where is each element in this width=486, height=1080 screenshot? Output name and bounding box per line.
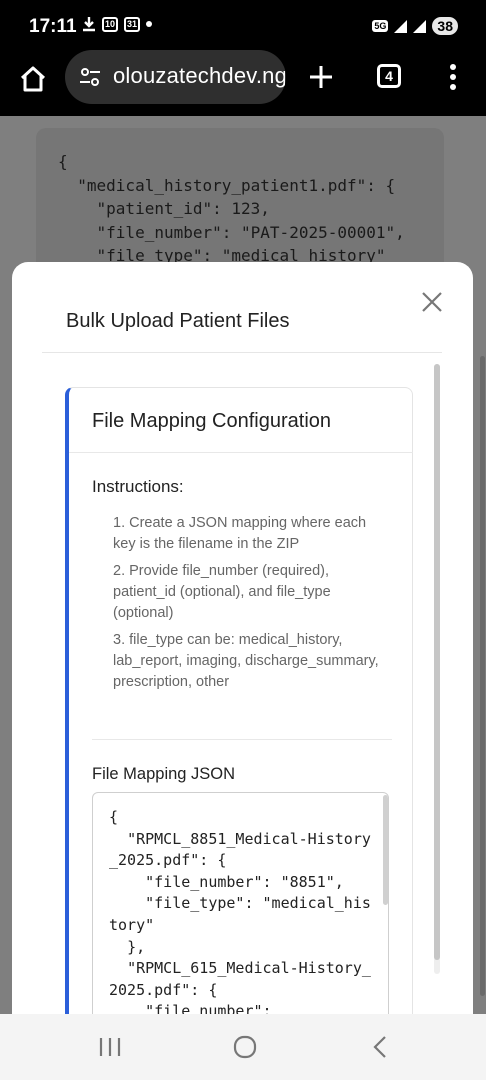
instruction-item: 1. Create a JSON mapping where each key … — [113, 515, 367, 552]
instructions-list: 1. Create a JSON mapping where each key … — [113, 513, 383, 699]
status-right: 5G 38 — [372, 17, 458, 35]
json-field-label: File Mapping JSON — [92, 765, 236, 783]
status-time: 17:11 — [29, 16, 77, 37]
page-scrollbar[interactable] — [480, 356, 485, 996]
instruction-item: 3. file_type can be: medical_history, la… — [113, 632, 379, 690]
page-overlay: { "medical_history_patient1.pdf": { "pat… — [0, 116, 486, 1014]
json-mapping-textarea[interactable]: { "RPMCL_8851_Medical-History_2025.pdf":… — [92, 792, 389, 1014]
bulk-upload-modal: Bulk Upload Patient Files File Mapping C… — [12, 262, 473, 1014]
dot-icon — [146, 21, 153, 27]
json-mapping-text[interactable]: { "RPMCL_8851_Medical-History_2025.pdf":… — [109, 807, 371, 1014]
status-bar: 17:11 10 31 5G 38 — [0, 0, 486, 54]
close-icon[interactable] — [421, 291, 443, 313]
more-menu-icon[interactable] — [446, 62, 460, 92]
recent-apps-icon[interactable] — [97, 1034, 123, 1060]
modal-scrollbar[interactable] — [434, 364, 440, 974]
instruction-item: 2. Provide file_number (required), patie… — [113, 563, 331, 621]
address-bar[interactable]: olouzatechdev.ng — [65, 50, 286, 104]
browser-toolbar: olouzatechdev.ng 4 — [0, 50, 486, 116]
notification-icons: 10 31 — [82, 16, 153, 32]
modal-title: Bulk Upload Patient Files — [66, 310, 290, 332]
back-icon[interactable] — [368, 1034, 394, 1060]
network-type-icon: 5G — [372, 20, 389, 32]
card-title: File Mapping Configuration — [92, 410, 332, 432]
new-tab-icon[interactable] — [306, 62, 336, 92]
download-icon — [83, 17, 95, 32]
url-text: olouzatechdev.ng — [113, 63, 285, 88]
tab-switcher-button[interactable]: 4 — [377, 64, 401, 88]
home-nav-icon[interactable] — [232, 1034, 258, 1060]
file-mapping-card: File Mapping Configuration Instructions:… — [65, 387, 413, 1014]
calendar-icon: 10 — [102, 16, 119, 32]
modal-divider — [42, 352, 442, 353]
card-header: File Mapping Configuration — [69, 388, 413, 453]
home-icon[interactable] — [18, 64, 48, 94]
signal-icon — [394, 19, 408, 33]
signal-icon — [413, 19, 427, 33]
calendar-icon: 31 — [124, 16, 141, 32]
background-code-text: { "medical_history_patient1.pdf": { "pat… — [58, 152, 405, 265]
card-separator — [92, 739, 392, 740]
modal-scrollbar-thumb[interactable] — [434, 364, 440, 960]
system-nav-bar — [0, 1014, 486, 1080]
instructions-title: Instructions: — [92, 477, 184, 496]
battery-icon: 38 — [432, 17, 458, 35]
site-settings-icon[interactable] — [78, 65, 102, 89]
textarea-scrollbar[interactable] — [383, 795, 388, 905]
